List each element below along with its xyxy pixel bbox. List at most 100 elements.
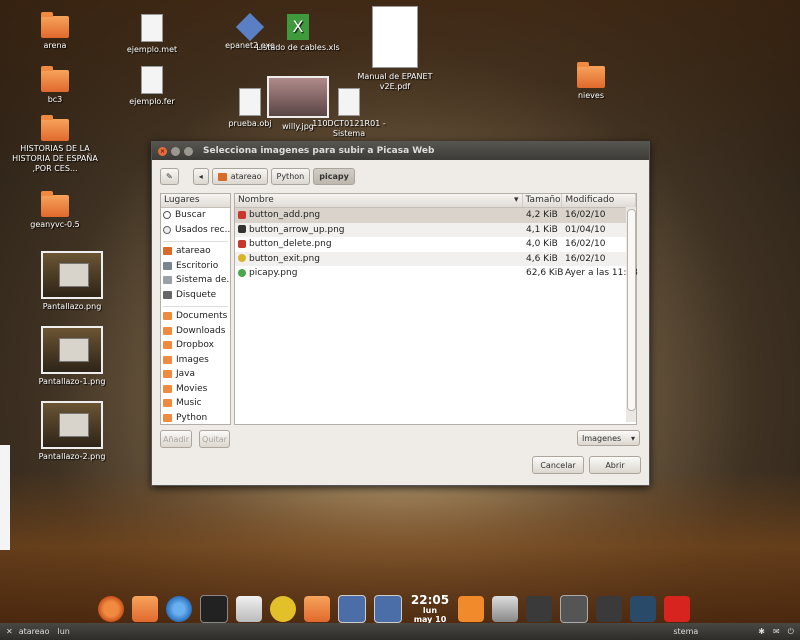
spreadsheet-icon: X xyxy=(287,14,309,40)
places-header[interactable]: Lugares xyxy=(161,194,230,208)
power-icon[interactable]: ⏻ xyxy=(788,627,794,637)
clock[interactable]: 22:05 lun may 10 xyxy=(410,594,450,624)
rss-icon[interactable] xyxy=(458,596,484,622)
column-name[interactable]: Nombre ▾ xyxy=(235,194,523,207)
place-dropbox[interactable]: Dropbox xyxy=(161,338,230,353)
remove-button[interactable]: Quitar xyxy=(199,430,230,448)
scrollbar-thumb[interactable] xyxy=(627,209,636,411)
browser-icon[interactable] xyxy=(166,596,192,622)
image-file-icon xyxy=(238,268,246,277)
close-icon[interactable]: × xyxy=(158,146,167,156)
place-recent[interactable]: Usados rec... xyxy=(161,223,230,238)
desktop-icon-historias[interactable]: HISTORIAS DE LA HISTORIA DE ESPAÑA ,POR … xyxy=(10,115,100,174)
place-filesystem[interactable]: Sistema de... xyxy=(161,273,230,288)
volume-icon[interactable] xyxy=(630,596,656,622)
image-thumbnail-icon xyxy=(41,326,103,374)
ubuntu-icon[interactable] xyxy=(98,596,124,622)
desktop-icon-manual-epanet[interactable]: Manual de EPANET v2E.pdf xyxy=(350,6,440,92)
path-button-picapy[interactable]: picapy xyxy=(313,168,355,185)
chevron-down-icon: ▾ xyxy=(630,433,635,443)
place-home[interactable]: atareao xyxy=(161,244,230,259)
column-modified[interactable]: Modificado xyxy=(562,194,636,207)
place-search[interactable]: Buscar xyxy=(161,208,230,223)
desktop-icon-pantallazo[interactable]: Pantallazo.png xyxy=(27,251,117,312)
text-file-icon xyxy=(141,66,163,94)
window-icon[interactable] xyxy=(374,595,402,623)
desktop-icon-bc3[interactable]: bc3 xyxy=(10,66,100,105)
minimize-icon[interactable] xyxy=(171,146,180,156)
taskbar-sistema-label[interactable]: stema xyxy=(673,627,698,636)
image-file-icon xyxy=(238,210,246,219)
desktop-icon-ejemplo-met[interactable]: ejemplo.met xyxy=(107,14,197,55)
open-button[interactable]: Abrir xyxy=(589,456,641,474)
window-icon[interactable] xyxy=(338,595,366,623)
trash-icon[interactable] xyxy=(492,596,518,622)
folder-icon xyxy=(41,12,69,38)
trophy-icon[interactable] xyxy=(270,596,296,622)
bluetooth-icon[interactable]: ✱ xyxy=(758,627,765,636)
place-floppy[interactable]: Disquete xyxy=(161,288,230,303)
folder-icon xyxy=(163,355,172,364)
places-separator xyxy=(163,237,228,242)
desktop-icon-arena[interactable]: arena xyxy=(10,12,100,51)
floppy-icon xyxy=(163,290,172,299)
close-icon[interactable]: ✕ xyxy=(6,627,13,636)
chevron-left-icon: ◂ xyxy=(198,172,203,181)
file-row[interactable]: button_add.png 4,2 KiB 16/02/10 xyxy=(235,208,636,223)
filter-select[interactable]: Imagenes ▾ xyxy=(577,430,640,446)
place-documents[interactable]: Documents xyxy=(161,309,230,324)
column-size[interactable]: Tamaño xyxy=(523,194,563,207)
desktop-icon-110dct[interactable]: 110DCT0121R01 - Sistema xyxy=(304,88,394,139)
place-python[interactable]: Python xyxy=(161,411,230,425)
mail-icon[interactable] xyxy=(236,596,262,622)
taskbar-user-label[interactable]: atareao xyxy=(19,627,50,636)
folder-icon[interactable] xyxy=(132,596,158,622)
path-button-python[interactable]: Python xyxy=(270,168,311,185)
file-row[interactable]: picapy.png 62,6 KiB Ayer a las 11:48 xyxy=(235,266,638,281)
maximize-icon[interactable] xyxy=(184,146,193,156)
place-movies[interactable]: Movies xyxy=(161,382,230,397)
home-icon xyxy=(163,247,172,256)
bottom-panel: ✕ atareao lun stema ✱ ✉ ⏻ xyxy=(0,623,800,640)
terminal-icon[interactable] xyxy=(200,595,228,623)
power-icon[interactable] xyxy=(664,596,690,622)
folder-icon xyxy=(163,370,172,379)
pdf-file-icon xyxy=(372,6,418,68)
sort-down-icon: ▾ xyxy=(514,195,519,205)
desktop-icon-pantallazo-2[interactable]: Pantallazo-2.png xyxy=(27,401,117,462)
desktop-icon-ejemplo-fer[interactable]: ejemplo.fer xyxy=(107,66,197,107)
place-music[interactable]: Music xyxy=(161,396,230,411)
harddisk-icon xyxy=(163,276,172,285)
workspace-icon[interactable] xyxy=(560,595,588,623)
desktop-icon-geanyvc[interactable]: geanyvc-0.5 xyxy=(10,191,100,230)
place-java[interactable]: Java xyxy=(161,367,230,382)
folder-icon xyxy=(163,413,172,422)
file-chooser-dialog: × Selecciona imagenes para subir a Picas… xyxy=(151,141,650,486)
edit-location-button[interactable]: ✎ xyxy=(160,168,179,185)
path-button-atareao[interactable]: atareao xyxy=(211,168,268,185)
place-desktop[interactable]: Escritorio xyxy=(161,259,230,274)
desktop-icon-listado-cables[interactable]: X Listado de cables.xls xyxy=(253,14,343,53)
desktop-icon-nieves[interactable]: nieves xyxy=(546,62,636,101)
add-button[interactable]: Añadir xyxy=(160,430,192,448)
text-file-icon xyxy=(338,88,360,116)
taskbar-lun-label: lun xyxy=(57,627,70,636)
file-row[interactable]: button_delete.png 4,0 KiB 16/02/10 xyxy=(235,237,636,252)
path-back-button[interactable]: ◂ xyxy=(192,168,209,185)
folder-icon[interactable] xyxy=(304,596,330,622)
penguin-icon[interactable] xyxy=(596,596,622,622)
vertical-scrollbar[interactable] xyxy=(626,207,636,422)
place-images[interactable]: Images xyxy=(161,353,230,368)
folder-icon xyxy=(163,326,172,335)
file-row[interactable]: button_arrow_up.png 4,1 KiB 01/04/10 xyxy=(235,222,636,237)
dialog-titlebar: × Selecciona imagenes para subir a Picas… xyxy=(152,142,649,160)
network-icon[interactable] xyxy=(526,596,552,622)
mail-icon[interactable]: ✉ xyxy=(773,627,780,636)
path-bar: ✎ ◂ atareao Python picapy xyxy=(160,168,355,185)
cancel-button[interactable]: Cancelar xyxy=(532,456,584,474)
folder-icon xyxy=(41,115,69,141)
desktop-icon-pantallazo-1[interactable]: Pantallazo-1.png xyxy=(27,326,117,387)
folder-icon xyxy=(163,341,172,350)
place-downloads[interactable]: Downloads xyxy=(161,324,230,339)
file-row[interactable]: button_exit.png 4,6 KiB 16/02/10 xyxy=(235,251,636,266)
